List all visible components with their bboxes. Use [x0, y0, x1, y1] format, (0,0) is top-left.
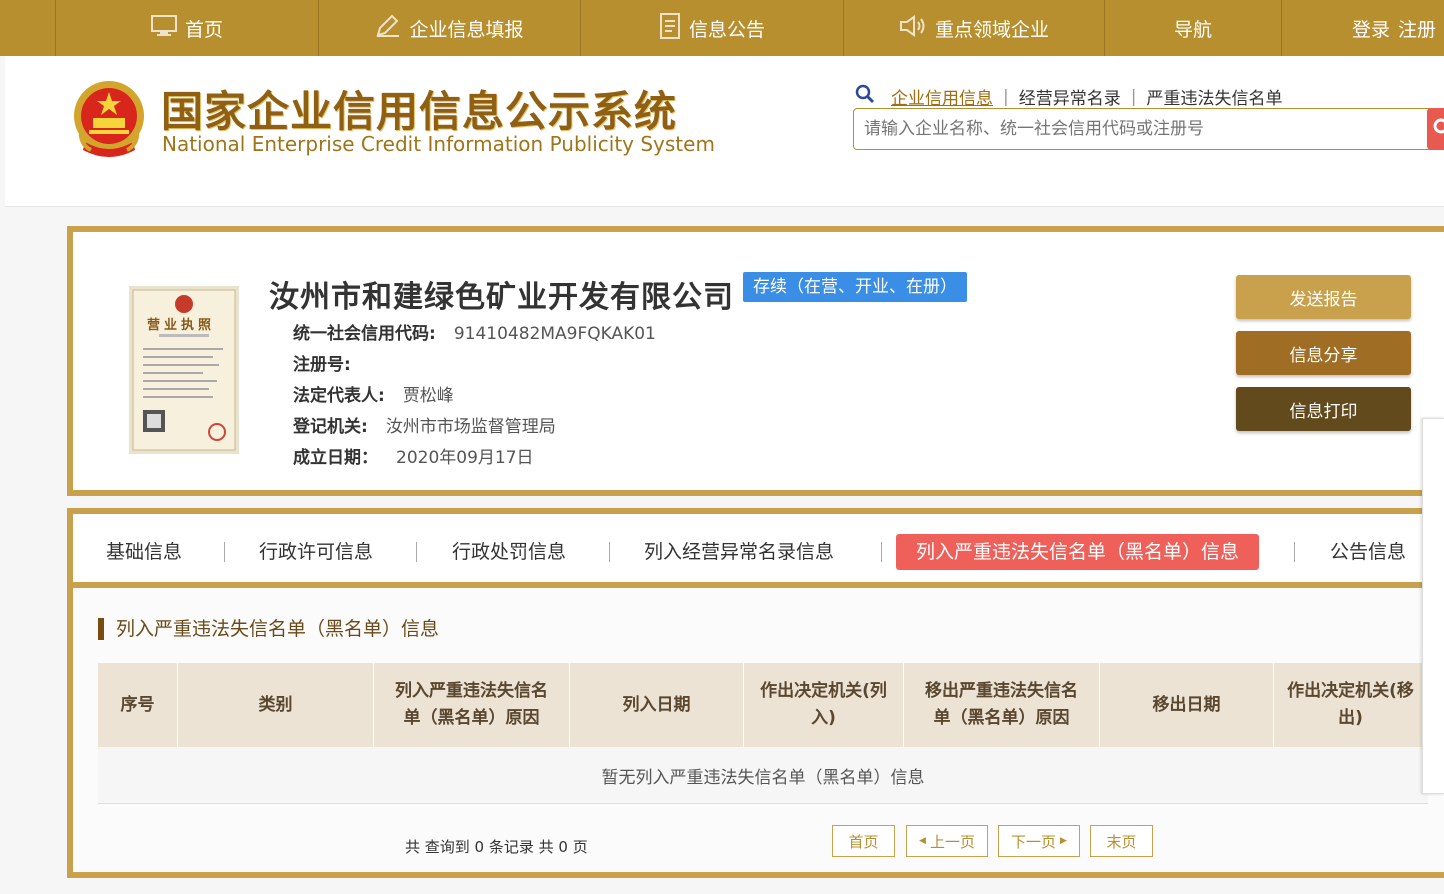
divider — [224, 542, 225, 562]
divider: | — [1003, 86, 1009, 107]
search-button[interactable] — [1427, 108, 1444, 150]
nav-guide-label: 导航 — [1173, 18, 1212, 41]
tab-basic-info[interactable]: 基础信息 — [106, 534, 182, 570]
column-header: 列入严重违法失信名单（黑名单）原因 — [374, 663, 570, 747]
empty-row: 暂无列入严重违法失信名单（黑名单）信息 — [98, 747, 1428, 804]
info-registration-authority: 登记机关: 汝州市市场监督管理局 — [293, 412, 556, 437]
license-title: 营业执照 — [147, 318, 216, 333]
share-info-button[interactable]: 信息分享 — [1236, 331, 1411, 375]
nav-guide[interactable]: 导航 — [1104, 0, 1281, 56]
info-label: 统一社会信用代码: — [293, 324, 436, 344]
business-license-image: 营业执照 — [129, 286, 239, 454]
info-label: 成立日期： — [293, 448, 378, 468]
login-link[interactable]: 登录 — [1352, 15, 1390, 42]
pager-last-button[interactable]: 末页 — [1090, 825, 1153, 857]
pager-prev-button[interactable]: ◀ 上一页 — [906, 825, 988, 857]
info-legal-rep: 法定代表人: 贾松峰 — [293, 381, 454, 406]
divider — [881, 542, 882, 562]
info-value: 91410482MA9FQKAK01 — [453, 324, 656, 344]
nav-home-label: 首页 — [184, 18, 223, 41]
site-subtitle: National Enterprise Credit Information P… — [162, 132, 715, 156]
side-float-panel[interactable] — [1422, 418, 1444, 794]
company-name: 汝州市和建绿色矿业开发有限公司 — [269, 280, 734, 315]
column-header: 类别 — [178, 663, 374, 747]
nav-announcement-label: 信息公告 — [688, 18, 765, 41]
nav-enterprise-report-label: 企业信息填报 — [409, 18, 524, 41]
nav-announcement[interactable]: 信息公告 — [580, 0, 843, 56]
column-header: 列入日期 — [570, 663, 744, 747]
detail-panel: 基础信息 行政许可信息 行政处罚信息 列入经营异常名录信息 列入严重违法失信名单… — [67, 508, 1444, 878]
search-link-credit-info[interactable]: 企业信用信息 — [891, 84, 993, 109]
register-link[interactable]: 注册 — [1398, 15, 1436, 42]
pager-next-label: 下一页 — [1011, 832, 1057, 851]
search-link-blacklist[interactable]: 严重违法失信名单 — [1146, 84, 1282, 109]
caret-left-icon: ◀ — [919, 836, 926, 846]
tab-abnormal-list[interactable]: 列入经营异常名录信息 — [644, 534, 834, 570]
tab-admin-penalty[interactable]: 行政处罚信息 — [452, 534, 566, 570]
section-title: 列入严重违法失信名单（黑名单）信息 — [98, 618, 439, 640]
search-icon — [1430, 118, 1444, 140]
table-header: 序号 类别 列入严重违法失信名单（黑名单）原因 列入日期 作出决定机关(列入) … — [98, 663, 1428, 747]
info-value: 贾松峰 — [402, 386, 454, 406]
top-nav: 首页 企业信息填报 信息公告 重点领域企业 导航 登录 注册 — [0, 0, 1444, 56]
company-card: 营业执照 汝州市和建绿色矿业开发有限公司 存续（在营、开业、在册） 统一社会信用… — [67, 226, 1444, 496]
auth-links: 登录 注册 — [1352, 0, 1444, 56]
divider — [416, 542, 417, 562]
send-report-button[interactable]: 发送报告 — [1236, 275, 1411, 319]
pager-prev-label: 上一页 — [929, 832, 975, 851]
site-header: 国家企业信用信息公示系统 National Enterprise Credit … — [5, 56, 1444, 207]
column-header: 移出日期 — [1100, 663, 1274, 747]
divider: | — [1130, 86, 1137, 107]
search-box — [853, 108, 1433, 150]
info-label: 登记机关: — [293, 417, 368, 437]
caret-right-icon: ▶ — [1060, 836, 1067, 846]
pager-summary: 共 查询到 0 条记录 共 0 页 — [405, 838, 588, 856]
site-title: 国家企业信用信息公示系统 — [161, 87, 678, 136]
column-header: 作出决定机关(移出) — [1274, 663, 1428, 747]
nav-home[interactable]: 首页 — [55, 0, 318, 56]
tab-content: 列入严重违法失信名单（黑名单）信息 序号 类别 列入严重违法失信名单（黑名单）原… — [73, 588, 1444, 872]
search-link-abnormal-list[interactable]: 经营异常名录 — [1019, 84, 1121, 109]
info-established-date: 成立日期： 2020年09月17日 — [293, 443, 534, 468]
pager-next-button[interactable]: 下一页 ▶ — [998, 825, 1080, 857]
search-icon — [855, 84, 875, 109]
column-header: 序号 — [98, 663, 178, 747]
tab-bar: 基础信息 行政许可信息 行政处罚信息 列入经营异常名录信息 列入严重违法失信名单… — [73, 520, 1444, 588]
nav-key-enterprises[interactable]: 重点领域企业 — [843, 0, 1104, 56]
document-icon — [659, 12, 681, 44]
info-label: 法定代表人: — [293, 386, 385, 406]
divider — [609, 542, 610, 562]
divider — [1294, 542, 1295, 562]
pager-first-button[interactable]: 首页 — [832, 825, 895, 857]
nav-divider-cell — [1281, 0, 1351, 56]
edit-icon — [375, 14, 401, 43]
info-label: 注册号: — [293, 355, 351, 375]
info-value: 汝州市市场监督管理局 — [385, 417, 556, 437]
tab-admin-license[interactable]: 行政许可信息 — [259, 534, 373, 570]
tab-announcement[interactable]: 公告信息 — [1330, 534, 1406, 570]
info-credit-code: 统一社会信用代码: 91410482MA9FQKAK01 — [293, 319, 656, 344]
info-registration-no: 注册号: — [293, 350, 369, 375]
monitor-icon — [150, 14, 177, 42]
status-badge: 存续（在营、开业、在册） — [743, 272, 967, 302]
info-value: 2020年09月17日 — [396, 448, 534, 468]
search-input[interactable] — [854, 109, 1426, 149]
column-header: 移出严重违法失信名单（黑名单）原因 — [904, 663, 1100, 747]
tab-blacklist[interactable]: 列入严重违法失信名单（黑名单）信息 — [896, 534, 1260, 570]
search-type-links: 企业信用信息 | 经营异常名录 | 严重违法失信名单 — [855, 84, 1292, 109]
nav-key-enterprises-label: 重点领域企业 — [934, 18, 1049, 41]
nav-enterprise-report[interactable]: 企业信息填报 — [318, 0, 580, 56]
speaker-icon — [899, 14, 927, 42]
print-info-button[interactable]: 信息打印 — [1236, 387, 1411, 431]
column-header: 作出决定机关(列入) — [744, 663, 904, 747]
national-emblem-logo — [71, 78, 147, 160]
